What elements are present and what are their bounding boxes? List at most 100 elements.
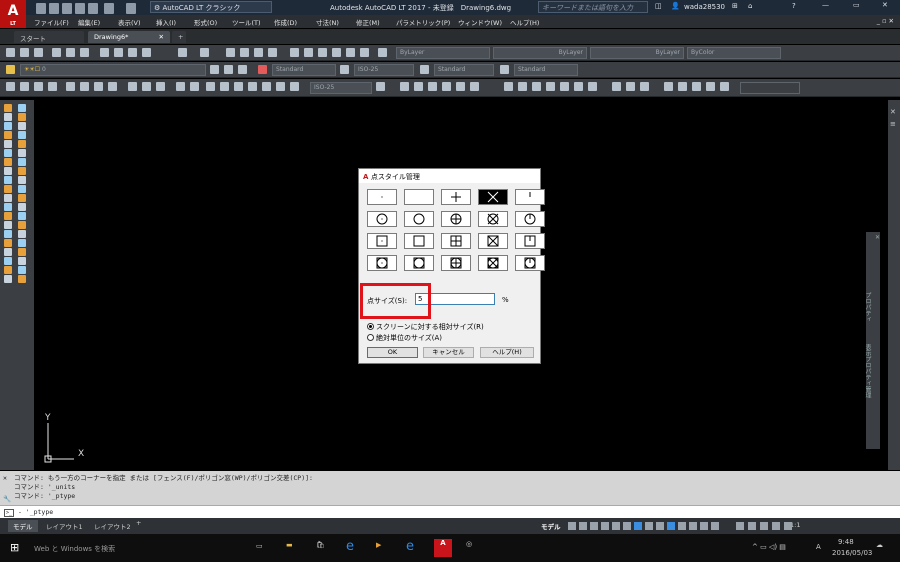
- mirror-tool-icon[interactable]: [18, 194, 26, 202]
- polygon-tool-icon[interactable]: [4, 113, 12, 121]
- layer-previous-icon[interactable]: [224, 65, 233, 74]
- close-icon[interactable]: ✕: [159, 33, 164, 41]
- search-input[interactable]: キーワードまたは語句を入力: [538, 1, 648, 13]
- menu-item[interactable]: ツール(T): [232, 17, 261, 27]
- user-name[interactable]: wada28530: [684, 3, 725, 11]
- calculator-icon[interactable]: [360, 48, 369, 57]
- linetype-dropdown[interactable]: ByLayer: [493, 47, 587, 59]
- radio-relative-label[interactable]: スクリーンに対する相対サイズ(R): [376, 322, 484, 332]
- snap-none-icon[interactable]: [626, 82, 635, 91]
- store-icon[interactable]: 🛍: [316, 541, 325, 549]
- snap-extension-icon[interactable]: [470, 82, 479, 91]
- point-style-cell-x-circle[interactable]: [478, 211, 508, 227]
- make-current-icon[interactable]: [210, 65, 219, 74]
- break-tool-icon[interactable]: [4, 239, 12, 247]
- menu-item[interactable]: ファイル(F): [34, 17, 69, 27]
- a360-icon[interactable]: ⌂: [748, 2, 752, 10]
- menu-item[interactable]: 挿入(I): [156, 17, 176, 27]
- circle-tool-icon[interactable]: [18, 122, 26, 130]
- redo-icon[interactable]: [200, 48, 209, 57]
- jogged-dim-icon[interactable]: [80, 82, 89, 91]
- open-icon[interactable]: [20, 48, 29, 57]
- cart-icon[interactable]: ⊞: [732, 2, 738, 10]
- open-icon[interactable]: [49, 3, 59, 14]
- radio-relative[interactable]: [367, 323, 374, 330]
- zoom-icon[interactable]: [240, 48, 249, 57]
- customize-icon[interactable]: [784, 522, 792, 530]
- model-space-button[interactable]: モデル: [541, 521, 561, 531]
- table-tool-icon[interactable]: [4, 176, 12, 184]
- join-tool-icon[interactable]: [18, 239, 26, 247]
- help-icon[interactable]: [378, 48, 387, 57]
- snap-center-icon[interactable]: [504, 82, 513, 91]
- ok-button[interactable]: OK: [367, 347, 418, 358]
- restore-icon[interactable]: _ ▫ ✕: [877, 17, 894, 25]
- snap-insert-icon[interactable]: [588, 82, 597, 91]
- dim-style-dropdown[interactable]: ISO-25: [354, 64, 414, 76]
- trim-tool-icon[interactable]: [4, 230, 12, 238]
- move-tool-icon[interactable]: [4, 212, 12, 220]
- snap-nearest-icon[interactable]: [612, 82, 621, 91]
- plot-icon[interactable]: [52, 48, 61, 57]
- app-taskbar-icon[interactable]: ◎: [466, 540, 472, 548]
- revcloud-icon[interactable]: [720, 82, 729, 91]
- point-style-cell-x[interactable]: [478, 189, 508, 205]
- zoom-previous-icon[interactable]: [268, 48, 277, 57]
- chamfer-tool-icon[interactable]: [4, 248, 12, 256]
- file-explorer-icon[interactable]: ▬: [286, 541, 293, 549]
- saveas-icon[interactable]: [75, 3, 85, 14]
- point-style-cell-x-circle-square[interactable]: [478, 255, 508, 271]
- arc-length-icon[interactable]: [34, 82, 43, 91]
- menu-item[interactable]: 編集(E): [78, 17, 100, 27]
- ie-icon[interactable]: e: [406, 539, 414, 554]
- snap-quadrant-icon[interactable]: [518, 82, 527, 91]
- dim-space-icon[interactable]: [248, 82, 257, 91]
- paste-icon[interactable]: [128, 48, 137, 57]
- tab-model[interactable]: モデル: [8, 520, 38, 532]
- scale-tool-icon[interactable]: [4, 221, 12, 229]
- dtext-tool-icon[interactable]: [4, 266, 12, 274]
- save-icon[interactable]: [34, 48, 43, 57]
- table-style-dropdown[interactable]: Standard: [434, 64, 494, 76]
- quick-dim-icon[interactable]: [128, 82, 137, 91]
- layer-properties-icon[interactable]: [6, 65, 15, 74]
- copy-icon[interactable]: [114, 48, 123, 57]
- settings-icon[interactable]: ≡: [890, 120, 896, 128]
- leader-tool-icon[interactable]: [18, 275, 26, 283]
- erase-tool-icon[interactable]: [18, 185, 26, 193]
- baseline-dim-icon[interactable]: [142, 82, 151, 91]
- zoom-window-icon[interactable]: [254, 48, 263, 57]
- snap-icon[interactable]: [579, 522, 587, 530]
- point-style-cell-none-circle[interactable]: [404, 211, 434, 227]
- hatch-icon[interactable]: [678, 82, 687, 91]
- radius-dim-icon[interactable]: [66, 82, 75, 91]
- menu-item[interactable]: 修正(M): [356, 17, 380, 27]
- make-block-tool-icon[interactable]: [18, 149, 26, 157]
- markup-icon[interactable]: [346, 48, 355, 57]
- rectangle-tool-icon[interactable]: [18, 113, 26, 121]
- annotate-tool-icon[interactable]: [18, 266, 26, 274]
- ellipse-tool-icon[interactable]: [4, 140, 12, 148]
- redo-icon[interactable]: [126, 3, 136, 14]
- layer-dropdown[interactable]: ☀☀☐ 0: [20, 64, 206, 76]
- line-tool-icon[interactable]: [4, 104, 12, 112]
- osnap-settings-icon[interactable]: [640, 82, 649, 91]
- text-tool-icon[interactable]: [18, 257, 26, 265]
- taskbar-search[interactable]: Web と Windows を検索: [34, 544, 115, 554]
- add-layout-button[interactable]: +: [136, 519, 141, 527]
- dim-update-icon[interactable]: [234, 82, 243, 91]
- radio-absolute-label[interactable]: 絶対単位のサイズ(A): [376, 333, 442, 343]
- menu-item[interactable]: 表示(V): [118, 17, 141, 27]
- point-style-cell-dot[interactable]: [367, 189, 397, 205]
- design-center-icon[interactable]: [304, 48, 313, 57]
- ellipse-arc-tool-icon[interactable]: [18, 140, 26, 148]
- pan-icon[interactable]: [226, 48, 235, 57]
- workspace-dropdown[interactable]: ⚙ AutoCAD LT クラシック: [150, 1, 272, 13]
- extend-tool-icon[interactable]: [18, 230, 26, 238]
- close-icon[interactable]: ✕: [875, 234, 880, 241]
- snap-from-icon[interactable]: [400, 82, 409, 91]
- point-style-cell-none[interactable]: [404, 189, 434, 205]
- mtext-tool-icon[interactable]: [18, 176, 26, 184]
- fillet-tool-icon[interactable]: [18, 248, 26, 256]
- point-style-cell-none-circle-square[interactable]: [404, 255, 434, 271]
